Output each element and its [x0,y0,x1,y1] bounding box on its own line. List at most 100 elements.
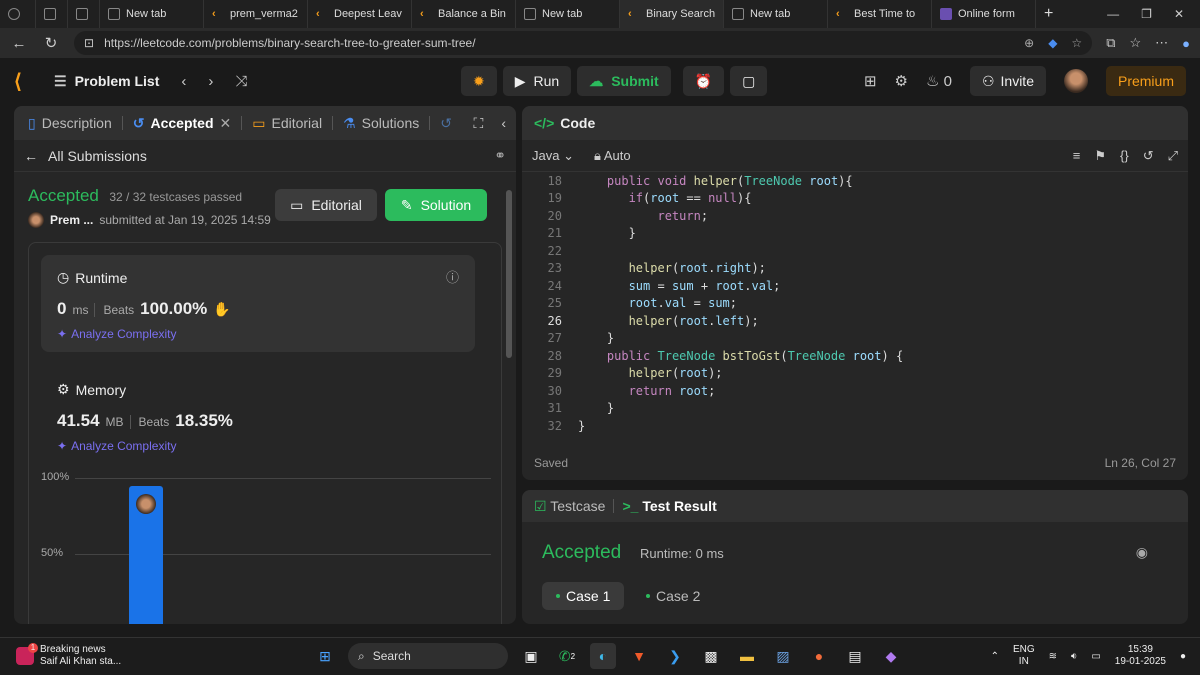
analyze-complexity-link[interactable]: ✦ Analyze Complexity [57,439,176,453]
volume-icon[interactable]: 🔉︎ [1071,651,1077,662]
task-view-icon[interactable]: ▣ [518,643,544,669]
eye-icon[interactable]: ◉ [1136,544,1148,561]
code-line[interactable]: 22 [522,242,1188,260]
tab-submissions[interactable]: ↺ [436,115,456,132]
case-2-button[interactable]: Case 2 [632,582,714,610]
photos-icon[interactable]: ▨ [770,643,796,669]
analyze-complexity-link[interactable]: ✦ Analyze Complexity [57,327,176,341]
leetcode-logo[interactable]: ⟨ [14,69,44,94]
premium-button[interactable]: Premium [1105,66,1186,96]
refresh-icon[interactable]: ↻ [42,34,60,52]
tab-test-result[interactable]: >_ Test Result [622,498,716,514]
code-line[interactable]: 24 sum = sum + root.val; [522,277,1188,295]
submit-button[interactable]: ☁ Submit [577,66,671,96]
tab-solutions[interactable]: ⚗ Solutions [339,115,423,132]
code-line[interactable]: 23 helper(root.right); [522,260,1188,278]
language-indicator[interactable]: ENG IN [1013,644,1035,668]
shuffle-icon[interactable]: ⤨ [235,73,247,90]
copilot-icon[interactable]: ● [1182,36,1190,51]
tab-editorial[interactable]: ▭ Editorial [248,115,326,132]
avatar[interactable] [28,212,44,228]
terminal-app-icon[interactable]: ▩ [698,643,724,669]
code-line[interactable]: 31 } [522,400,1188,418]
brave-icon[interactable]: ▼ [626,643,652,669]
extensions-icon[interactable]: ⧉ [1106,35,1115,51]
news-widget[interactable]: 1 Breaking news Saif Ali Khan sta... [16,643,121,668]
wifi-icon[interactable]: ≋ [1049,651,1057,662]
tab-testcase[interactable]: ☑ Testcase [534,498,605,515]
tab-accepted[interactable]: ↺ Accepted ✕ [129,115,236,132]
notification-icon[interactable]: ● [1180,651,1186,662]
runtime-card[interactable]: ◷ Runtime ⓘ 0 ms Beats 100.00% ✋ ✦ Analyze… [41,255,475,352]
browser-tab[interactable]: Online form [932,0,1036,28]
code-line[interactable]: 29 helper(root); [522,365,1188,383]
code-line[interactable]: 27 } [522,330,1188,348]
editorial-button[interactable]: ▭ Editorial [275,189,377,221]
close-icon[interactable]: ✕ [220,115,232,132]
tab-description[interactable]: ▯ Description [24,115,116,132]
whatsapp-icon[interactable]: ✆ 2 [554,643,580,669]
url-field[interactable]: ⊡ https://leetcode.com/problems/binary-s… [74,31,1093,55]
edge-icon[interactable]: ◐ [590,643,616,669]
minimize-icon[interactable]: — [1107,7,1119,21]
code-line[interactable]: 26 helper(root.left); [522,312,1188,330]
zoom-icon[interactable]: ⊕ [1024,36,1034,50]
code-line[interactable]: 28 public TreeNode bstToGst(TreeNode roo… [522,347,1188,365]
gear-icon[interactable]: ⚙ [895,72,908,90]
info-icon[interactable]: ⓘ [446,267,459,286]
site-info-icon[interactable]: ⊡ [84,36,94,50]
code-line[interactable]: 30 return root; [522,382,1188,400]
windows-start-icon[interactable]: ⊞ [312,643,338,669]
next-problem-icon[interactable]: › [208,73,213,90]
case-1-button[interactable]: Case 1 [542,582,625,610]
code-line[interactable]: 20 return; [522,207,1188,225]
code-editor[interactable]: 18 public void helper(TreeNode root){19 … [522,172,1188,435]
code-line[interactable]: 18 public void helper(TreeNode root){ [522,172,1188,190]
clock[interactable]: 15:39 19-01-2025 [1115,644,1166,668]
invite-button[interactable]: ⚇ Invite [969,66,1046,96]
close-window-icon[interactable]: ✕ [1174,7,1184,21]
all-submissions-link[interactable]: ← All Submissions ⚭ [14,140,516,172]
browser-tab[interactable]: New tab [100,0,204,28]
collapse-icon[interactable]: ‹ [501,115,506,132]
more-menu-icon[interactable]: ⋯ [1155,35,1168,51]
reset-icon[interactable]: ↺ [1143,148,1154,164]
store-icon[interactable]: ▤ [842,643,868,669]
notes-button[interactable]: ▢ [730,66,768,96]
maximize-icon[interactable]: ❐ [1141,7,1152,21]
memory-card[interactable]: ⚙ Memory 41.54 MB Beats 18.35% ✦ Analyze C… [41,367,475,457]
extension-icon[interactable]: ◆ [1048,36,1057,50]
format-icon[interactable]: ≡ [1073,148,1081,164]
chevron-up-icon[interactable]: ⌃ [991,651,999,662]
favorites-icon[interactable]: ☆ [1129,35,1141,51]
avatar[interactable] [1063,69,1088,93]
share-link-icon[interactable]: ⚭ [494,147,506,164]
code-line[interactable]: 32} [522,417,1188,435]
code-line[interactable]: 25 root.val = sum; [522,295,1188,313]
workspaces-icon[interactable] [36,0,68,28]
code-line[interactable]: 19 if(root == null){ [522,190,1188,208]
tab-actions-icon[interactable] [68,0,100,28]
expand-icon[interactable]: ⤢ [1168,148,1178,164]
braces-icon[interactable]: {} [1120,148,1129,164]
chart-bar-user[interactable] [129,485,163,624]
layout-icon[interactable]: ⊞ [864,72,877,90]
search-box[interactable]: ⌕ Search [348,643,508,669]
back-icon[interactable]: ← [10,35,28,52]
browser-tab[interactable]: ‹ Deepest Leav [308,0,412,28]
postman-icon[interactable]: ● [806,643,832,669]
username[interactable]: Prem ... [50,213,93,227]
code-line[interactable]: 21 } [522,225,1188,243]
streak-counter[interactable]: ♨ 0 [926,72,952,90]
run-button[interactable]: ▶ Run [502,66,572,96]
solution-button[interactable]: ✎ Solution [385,189,487,221]
prev-problem-icon[interactable]: ‹ [181,73,186,90]
problem-list-link[interactable]: ☰ Problem List [54,73,159,90]
file-explorer-icon[interactable]: ▬ [734,643,760,669]
fullscreen-icon[interactable]: ⛶ [474,115,484,132]
vscode-icon[interactable]: ❯ [662,643,688,669]
debug-button[interactable]: ✹ [461,66,497,96]
timer-button[interactable]: ⏰ [682,66,725,96]
browser-tab[interactable]: ‹ prem_verma2 [204,0,308,28]
battery-icon[interactable]: ▭ [1091,651,1100,662]
